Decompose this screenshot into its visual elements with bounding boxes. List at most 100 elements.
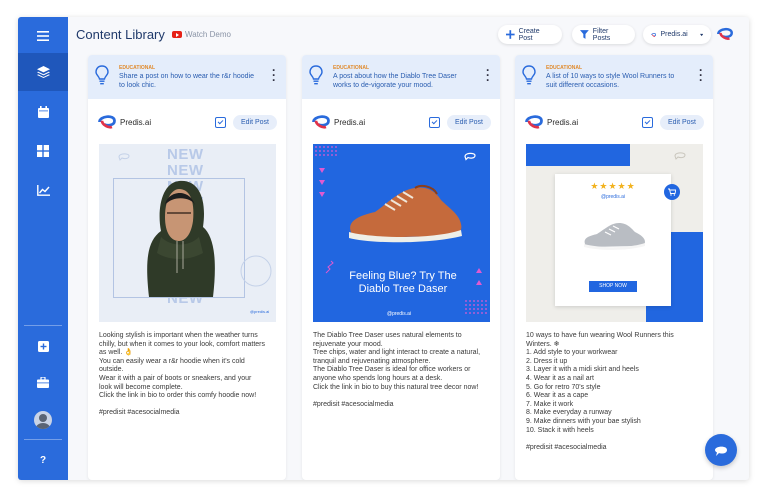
- shoe-photo: [349, 185, 462, 243]
- page-title: Content Library: [76, 27, 165, 42]
- help-icon: ?: [39, 454, 47, 466]
- watch-demo-link[interactable]: Watch Demo: [172, 30, 231, 39]
- sidebar-item-content-library[interactable]: [18, 53, 68, 91]
- filter-icon: [580, 30, 589, 39]
- sidebar-item-analytics[interactable]: [18, 171, 68, 209]
- sidebar-divider: [24, 325, 62, 326]
- post-prompt: EDUCATIONAL A list of 10 ways to style W…: [515, 55, 713, 99]
- filter-posts-label: Filter Posts: [592, 27, 611, 42]
- filter-posts-button[interactable]: Filter Posts: [572, 25, 635, 44]
- edit-post-button[interactable]: Edit Post: [660, 115, 704, 130]
- edit-post-button[interactable]: Edit Post: [233, 115, 277, 130]
- category-label: EDUCATIONAL: [119, 65, 156, 71]
- header: Content Library Watch Demo Create Post F…: [68, 17, 749, 53]
- cart-badge: [664, 184, 680, 200]
- post-prompt: EDUCATIONAL Share a post on how to wear …: [88, 55, 286, 99]
- post-image[interactable]: ★★★★★ @predis.ai SHOP NOW: [526, 144, 703, 322]
- sidebar-divider: [24, 439, 62, 440]
- post-image-tag: @predis.ai: [601, 194, 625, 200]
- help-button[interactable]: ?: [18, 441, 68, 479]
- sidebar-item-profile[interactable]: [18, 401, 68, 439]
- chat-bubble-icon: [464, 152, 476, 161]
- rating-stars: ★★★★★: [590, 181, 636, 191]
- briefcase-icon: [37, 376, 49, 388]
- category-label: EDUCATIONAL: [546, 65, 583, 71]
- sidebar-item-brands[interactable]: [18, 363, 68, 401]
- sidebar-item-dashboard[interactable]: [18, 132, 68, 170]
- sidebar-item-add[interactable]: [18, 327, 68, 365]
- category-label: EDUCATIONAL: [333, 65, 370, 71]
- decorative-dots: [315, 146, 337, 156]
- chat-widget-button[interactable]: [705, 434, 737, 466]
- chevron-down-icon: [699, 33, 703, 36]
- menu-icon: [37, 31, 49, 41]
- more-options-icon[interactable]: · · ·: [272, 64, 276, 86]
- analytics-icon: [36, 184, 50, 196]
- decorative-squiggle: [325, 260, 334, 274]
- plus-icon: [506, 30, 515, 39]
- chat-icon: [715, 446, 727, 456]
- prompt-text: A post about how the Diablo Tree Daser w…: [333, 73, 457, 89]
- create-post-label: Create Post: [518, 27, 540, 42]
- post-caption: Looking stylish is important when the we…: [99, 332, 265, 417]
- decorative-triangles: [476, 268, 482, 285]
- post-card: EDUCATIONAL A post about how the Diablo …: [302, 55, 500, 480]
- post-image[interactable]: Feeling Blue? Try The Diablo Tree Daser …: [313, 144, 490, 322]
- brand-name: Predis.ai: [547, 118, 579, 127]
- create-post-button[interactable]: Create Post: [498, 25, 562, 44]
- avatar: [34, 411, 52, 429]
- brand-row: Predis.ai Edit Post: [88, 112, 286, 134]
- image-block: [526, 144, 630, 166]
- watch-demo-label: Watch Demo: [185, 30, 231, 39]
- menu-button[interactable]: [18, 17, 68, 55]
- youtube-icon: [172, 31, 182, 38]
- grid-icon: [37, 145, 49, 157]
- predis-logo-icon: [98, 115, 116, 129]
- person-photo: [147, 180, 215, 297]
- predis-logo-icon: [717, 27, 733, 40]
- post-card: EDUCATIONAL A list of 10 ways to style W…: [515, 55, 713, 480]
- sidebar-item-calendar[interactable]: [18, 93, 68, 131]
- lightbulb-icon: [95, 65, 109, 85]
- lightbulb-icon: [309, 65, 323, 85]
- product-card: ★★★★★ @predis.ai SHOP NOW: [555, 174, 671, 306]
- decorative-circle: [240, 255, 272, 287]
- brand-name: Predis.ai: [334, 118, 366, 127]
- post-card: EDUCATIONAL Share a post on how to wear …: [88, 55, 286, 480]
- post-image-tag: @predis.ai: [387, 311, 411, 317]
- cart-icon: [668, 188, 676, 196]
- brand-row: Predis.ai Edit Post: [515, 112, 713, 134]
- layers-icon: [36, 66, 50, 78]
- brand-select[interactable]: Predis.ai: [643, 25, 711, 44]
- chat-bubble-icon: [118, 153, 130, 161]
- schedule-icon[interactable]: [215, 117, 226, 128]
- predis-logo[interactable]: [716, 26, 734, 47]
- sidebar: ?: [18, 17, 68, 480]
- decorative-triangles: [319, 168, 325, 197]
- calendar-icon: [37, 106, 49, 118]
- predis-logo-icon: [312, 115, 330, 129]
- brand-select-label: Predis.ai: [660, 31, 688, 38]
- prompt-text: Share a post on how to wear the r&r hood…: [119, 73, 255, 89]
- post-image[interactable]: NEWNEWNEWNEWNEWNEWNEWNEWNEWNEW @predis.a…: [99, 144, 276, 322]
- brand-row: Predis.ai Edit Post: [302, 112, 500, 134]
- edit-post-button[interactable]: Edit Post: [447, 115, 491, 130]
- schedule-icon[interactable]: [429, 117, 440, 128]
- post-prompt: EDUCATIONAL A post about how the Diablo …: [302, 55, 500, 99]
- chat-bubble-icon: [674, 152, 686, 160]
- predis-logo-icon: [651, 32, 657, 37]
- post-image-headline: Feeling Blue? Try The Diablo Tree Daser: [349, 270, 457, 295]
- predis-logo-icon: [525, 115, 543, 129]
- sneaker-photo: [584, 223, 645, 250]
- post-caption: The Diablo Tree Daser uses natural eleme…: [313, 332, 481, 408]
- shop-now-button: SHOP NOW: [589, 281, 637, 292]
- add-icon: [37, 340, 49, 352]
- post-image-tag: @predis.ai: [250, 309, 270, 314]
- app-window: ? Content Library Watch Demo Create Post…: [18, 17, 749, 480]
- more-options-icon[interactable]: · · ·: [486, 64, 490, 86]
- brand-name: Predis.ai: [120, 118, 152, 127]
- prompt-text: A list of 10 ways to style Wool Runners …: [546, 73, 675, 89]
- more-options-icon[interactable]: · · ·: [699, 64, 703, 86]
- lightbulb-icon: [522, 65, 536, 85]
- schedule-icon[interactable]: [642, 117, 653, 128]
